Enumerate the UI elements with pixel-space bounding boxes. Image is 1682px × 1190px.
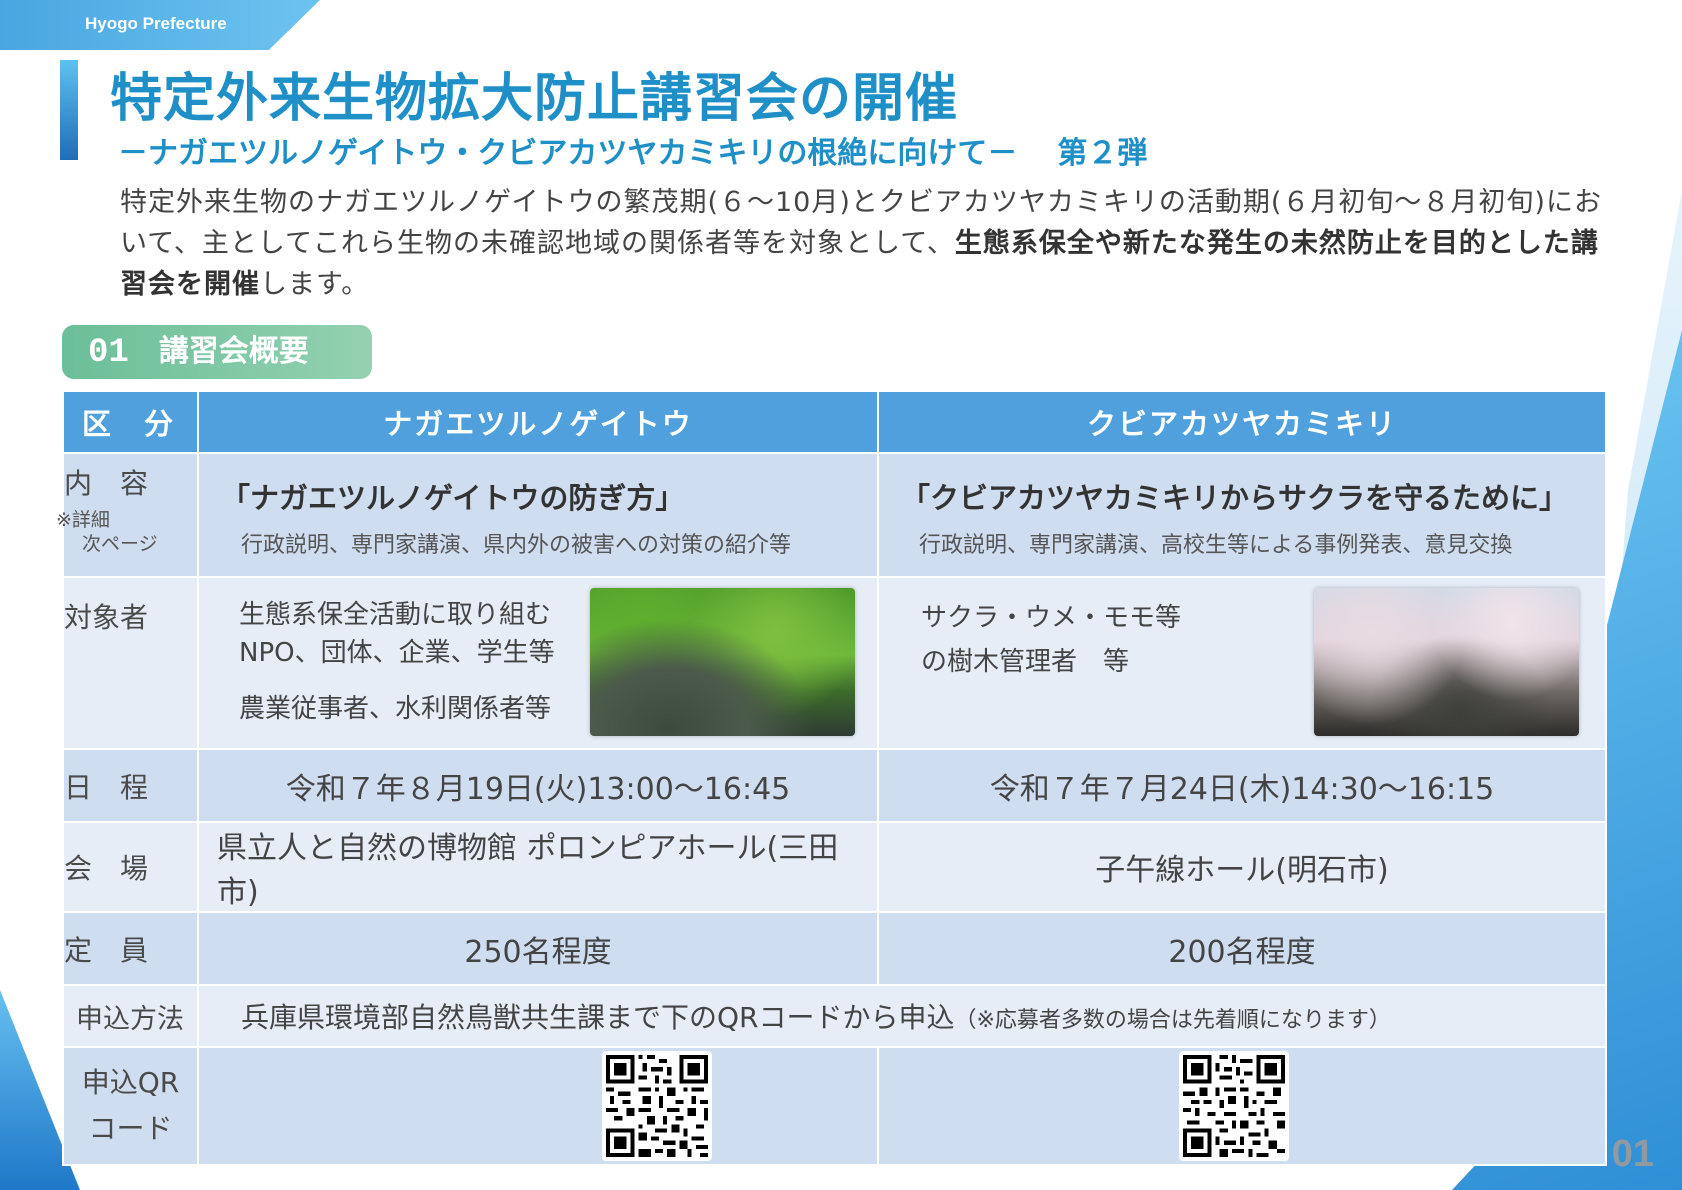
part-tag: 第２弾: [1057, 136, 1148, 171]
content-note-2: 次ページ: [82, 533, 158, 555]
qr-label-2: コード: [88, 1112, 173, 1145]
qr-code-b[interactable]: [1179, 1051, 1289, 1161]
table-row-apply: 申込方法 兵庫県環境部自然鳥獣共生課まで下のQRコードから申込（※応募者多数の場…: [62, 984, 1607, 1048]
apply-note: （※応募者多数の場合は先着順になります）: [954, 1008, 1391, 1033]
target-b-line-2: の樹木管理者 等: [921, 647, 1130, 677]
target-cell-b: サクラ・ウメ・モモ等 の樹木管理者 等: [877, 576, 1607, 750]
schedule-b: 令和７年７月24日(木)14:30～16:15: [877, 748, 1607, 823]
row-label-apply: 申込方法: [62, 984, 199, 1048]
cherry-blossom-photo: [1314, 588, 1579, 736]
section-number: 01: [88, 334, 129, 372]
target-a-line-3: 農業従事者、水利関係者等: [239, 694, 552, 724]
target-b-line-1: サクラ・ウメ・モモ等: [921, 603, 1182, 633]
apply-text: 兵庫県環境部自然鳥獣共生課まで下のQRコードから申込: [241, 1001, 955, 1034]
row-label-target: 対象者: [62, 576, 199, 750]
org-tag: Hyogo Prefecture: [85, 14, 227, 33]
target-cell-a-inner: 生態系保全活動に取り組む NPO、団体、企業、学生等 農業従事者、水利関係者等: [199, 578, 877, 748]
target-a-line-2: NPO、団体、企業、学生等: [239, 638, 555, 668]
table-row-content: 内 容 ※詳細 次ページ 「ナガエツルノゲイトウの防ぎ方」 行政説明、専門家講演…: [56, 452, 1607, 578]
qr-code-a[interactable]: [602, 1051, 712, 1161]
waterway-weed-photo: [590, 588, 855, 736]
row-label-qr: 申込QR コード: [62, 1046, 199, 1166]
header-col-a: ナガエツルノゲイトウ: [197, 390, 879, 454]
page: Hyogo Prefecture 特定外来生物拡大防止講習会の開催 －ナガエツル…: [0, 0, 1682, 1190]
subtitle-text: －ナガエツルノゲイトウ・クビアカツヤカミキリの根絶に向けて－: [118, 136, 1018, 171]
content-label: 内 容: [64, 467, 149, 500]
intro-text-2: します。: [260, 269, 370, 300]
content-desc-a: 行政説明、専門家講演、県内外の被害への対策の紹介等: [241, 533, 792, 558]
qr-cell-a: [197, 1046, 879, 1166]
apply-cell: 兵庫県環境部自然鳥獣共生課まで下のQRコードから申込（※応募者多数の場合は先着順…: [197, 984, 1607, 1048]
overview-table: 区 分 ナガエツルノゲイトウ クビアカツヤカミキリ 内 容 ※詳細 次ページ 「…: [56, 390, 1607, 1166]
table-row-qr: 申込QR コード: [62, 1046, 1607, 1166]
capacity-a: 250名程度: [197, 911, 879, 986]
venue-a: 県立人と自然の博物館 ポロンピアホール(三田市): [197, 821, 879, 913]
content-note-1: ※詳細: [56, 509, 110, 531]
table-header-row: 区 分 ナガエツルノゲイトウ クビアカツヤカミキリ: [62, 390, 1607, 454]
target-b-text: サクラ・ウメ・モモ等 の樹木管理者 等: [921, 596, 1181, 684]
row-label-content: 内 容 ※詳細 次ページ: [56, 452, 199, 578]
header-category: 区 分: [62, 390, 199, 454]
target-cell-a: 生態系保全活動に取り組む NPO、団体、企業、学生等 農業従事者、水利関係者等: [197, 576, 879, 750]
section-label: 講習会概要: [158, 334, 309, 369]
row-label-venue: 会 場: [62, 821, 199, 913]
venue-b: 子午線ホール(明石市): [877, 821, 1607, 913]
page-title: 特定外来生物拡大防止講習会の開催: [110, 69, 959, 129]
content-title-b: 「クビアカツヤカミキリからサクラを守るために」: [901, 481, 1569, 515]
header-col-b: クビアカツヤカミキリ: [877, 390, 1607, 454]
target-a-line-1: 生態系保全活動に取り組む: [239, 600, 552, 630]
schedule-a: 令和７年８月19日(火)13:00～16:45: [197, 748, 879, 823]
intro-paragraph: 特定外来生物のナガエツルノゲイトウの繁茂期(６～10月)とクビアカツヤカミキリの…: [120, 182, 1605, 305]
qr-label-1: 申込QR: [81, 1066, 180, 1099]
capacity-b: 200名程度: [877, 911, 1607, 986]
row-label-capacity: 定 員: [62, 911, 199, 986]
page-number: 01: [1611, 1133, 1654, 1175]
section-heading: 01 講習会概要: [62, 325, 372, 379]
row-label-schedule: 日 程: [62, 748, 199, 823]
content-desc-b: 行政説明、専門家講演、高校生等による事例発表、意見交換: [919, 533, 1513, 558]
content-cell-a: 「ナガエツルノゲイトウの防ぎ方」 行政説明、専門家講演、県内外の被害への対策の紹…: [197, 452, 879, 578]
table-row-schedule: 日 程 令和７年８月19日(火)13:00～16:45 令和７年７月24日(木)…: [62, 748, 1607, 823]
title-accent-bar: [60, 60, 78, 160]
table-row-venue: 会 場 県立人と自然の博物館 ポロンピアホール(三田市) 子午線ホール(明石市): [62, 821, 1607, 913]
content-title-a: 「ナガエツルノゲイトウの防ぎ方」: [221, 481, 685, 515]
page-subtitle: －ナガエツルノゲイトウ・クビアカツヤカミキリの根絶に向けて－ 第２弾: [118, 128, 1147, 172]
table-row-target: 対象者 生態系保全活動に取り組む NPO、団体、企業、学生等 農業従事者、水利関…: [62, 576, 1607, 750]
content-cell-b: 「クビアカツヤカミキリからサクラを守るために」 行政説明、専門家講演、高校生等に…: [877, 452, 1607, 578]
qr-cell-b: [877, 1046, 1607, 1166]
target-a-text: 生態系保全活動に取り組む NPO、団体、企業、学生等 農業従事者、水利関係者等: [239, 596, 555, 728]
table-row-capacity: 定 員 250名程度 200名程度: [62, 911, 1607, 986]
target-cell-b-inner: サクラ・ウメ・モモ等 の樹木管理者 等: [879, 578, 1605, 748]
